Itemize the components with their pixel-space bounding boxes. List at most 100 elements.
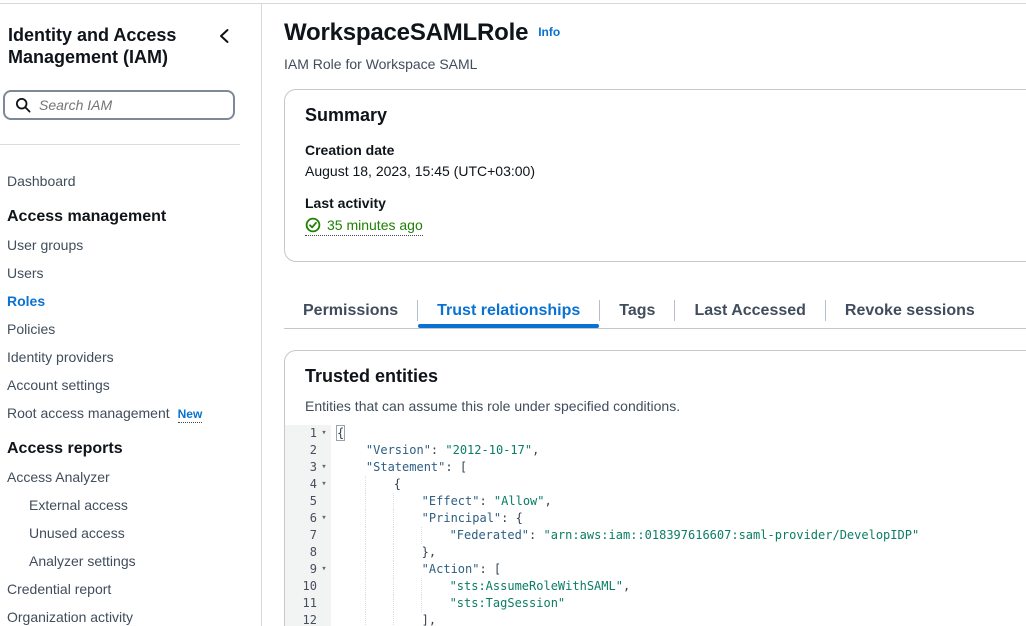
sidebar-item-label: Root access management xyxy=(7,405,170,421)
json-punctuation: , xyxy=(532,443,539,457)
line-number: 10 xyxy=(303,578,317,595)
code-line-text: { xyxy=(331,476,401,493)
last-activity-value[interactable]: 35 minutes ago xyxy=(305,217,423,236)
code-line: 3▾"Statement": [ xyxy=(285,459,1026,476)
sidebar-item-analyzer-settings[interactable]: Analyzer settings xyxy=(7,547,261,575)
json-string: "2012-10-17" xyxy=(445,443,532,457)
json-punctuation: }, xyxy=(422,545,436,559)
indent-guide xyxy=(337,527,366,544)
iam-console-screen: Identity and Access Management (IAM) Das… xyxy=(0,0,1026,626)
sidebar-item-organization-activity[interactable]: Organization activity xyxy=(7,603,261,626)
indent-guide xyxy=(393,595,422,612)
json-key: "Version" xyxy=(366,443,431,457)
tab-trust-relationships[interactable]: Trust relationships xyxy=(418,293,599,328)
sidebar-item-label: Access Analyzer xyxy=(7,469,110,485)
role-description: IAM Role for Workspace SAML xyxy=(284,56,1026,72)
sidebar-item-account-settings[interactable]: Account settings xyxy=(7,371,261,399)
indent-space xyxy=(393,561,422,578)
line-number: 6 xyxy=(310,510,317,527)
summary-title: Summary xyxy=(305,105,1026,126)
trusted-entities-card: Trusted entities Entities that can assum… xyxy=(284,350,1026,626)
sidebar-item-policies[interactable]: Policies xyxy=(7,315,261,343)
code-line: 1▾ { xyxy=(285,425,1026,442)
indent-guide xyxy=(337,544,366,561)
sidebar-item-roles[interactable]: Roles xyxy=(7,287,261,315)
code-line: 2 "Version": "2012-10-17", xyxy=(285,442,1026,459)
sidebar-item-label: Unused access xyxy=(29,525,125,541)
sidebar-item-label: Analyzer settings xyxy=(29,553,136,569)
line-number: 7 xyxy=(310,527,317,544)
sidebar-item-access-analyzer[interactable]: Access Analyzer xyxy=(7,463,261,491)
json-punctuation: { xyxy=(337,426,344,440)
search-icon xyxy=(15,97,31,113)
sidebar-item-unused-access[interactable]: Unused access xyxy=(7,519,261,547)
role-tabs: PermissionsTrust relationshipsTagsLast A… xyxy=(284,293,1026,329)
json-string: "Allow" xyxy=(494,494,545,508)
sidebar-item-label: Policies xyxy=(7,321,55,337)
indent-space xyxy=(393,510,422,527)
sidebar-item-label: User groups xyxy=(7,237,83,253)
info-link[interactable]: Info xyxy=(538,25,560,39)
sidebar-item-identity-providers[interactable]: Identity providers xyxy=(7,343,261,371)
creation-date-label: Creation date xyxy=(305,142,1026,158)
json-punctuation: : xyxy=(529,528,543,542)
fold-icon[interactable]: ▾ xyxy=(317,425,331,442)
sidebar-item-credential-report[interactable]: Credential report xyxy=(7,575,261,603)
sidebar-item-label: Organization activity xyxy=(7,609,133,625)
code-line: 9▾"Action": [ xyxy=(285,561,1026,578)
fold-icon[interactable]: ▾ xyxy=(317,459,331,476)
sidebar-title: Identity and Access Management (IAM) xyxy=(8,24,188,68)
iam-search-box[interactable] xyxy=(3,90,235,120)
policy-editor[interactable]: 1▾{2"Version": "2012-10-17",3▾"Statement… xyxy=(285,425,1026,626)
code-line: 10"sts:AssumeRoleWithSAML", xyxy=(285,578,1026,595)
sidebar-item-label: Dashboard xyxy=(7,173,76,189)
line-number: 5 xyxy=(310,493,317,510)
json-punctuation: ], xyxy=(422,613,436,626)
sidebar-section-access-management: Access management xyxy=(7,203,261,231)
code-line-text: "Statement": [ xyxy=(331,459,467,476)
line-number: 2 xyxy=(310,442,317,459)
fold-icon[interactable]: ▾ xyxy=(317,476,331,493)
tab-permissions[interactable]: Permissions xyxy=(284,293,417,328)
indent-space xyxy=(393,493,422,510)
search-input[interactable] xyxy=(39,97,223,113)
code-line-text: "Effect": "Allow", xyxy=(331,493,552,510)
editor-gutter-cell: 9▾ xyxy=(285,561,331,578)
fold-icon[interactable]: ▾ xyxy=(317,510,331,527)
indent-space xyxy=(421,595,450,612)
fold-icon[interactable]: ▾ xyxy=(317,561,331,578)
new-badge[interactable]: New xyxy=(178,407,203,423)
json-key: "Principal" xyxy=(422,511,501,525)
code-line-text: "Federated": "arn:aws:iam::018397616607:… xyxy=(331,527,919,544)
indent-guide xyxy=(337,595,366,612)
line-number: 9 xyxy=(310,561,317,578)
indent-space xyxy=(393,544,422,561)
sidebar-item-users[interactable]: Users xyxy=(7,259,261,287)
collapse-sidebar-button[interactable] xyxy=(215,26,233,49)
json-punctuation: , xyxy=(545,494,552,508)
sidebar-item-external-access[interactable]: External access xyxy=(7,491,261,519)
code-line-text: "Version": "2012-10-17", xyxy=(331,442,539,459)
sidebar-item-user-groups[interactable]: User groups xyxy=(7,231,261,259)
code-line: 5 "Effect": "Allow", xyxy=(285,493,1026,510)
editor-gutter-cell: 3▾ xyxy=(285,459,331,476)
indent-guide xyxy=(365,612,394,626)
trusted-entities-header: Trusted entities Entities that can assum… xyxy=(285,351,1026,414)
sidebar-section-access-reports: Access reports xyxy=(7,435,261,463)
sidebar-item-label: Identity providers xyxy=(7,349,114,365)
tab-tags[interactable]: Tags xyxy=(600,293,674,328)
editor-gutter-cell: 1▾ xyxy=(285,425,331,442)
indent-guide xyxy=(365,561,394,578)
sidebar-nav: Dashboard Access management User groups Use… xyxy=(0,145,261,626)
line-number: 12 xyxy=(303,612,317,626)
indent-guide xyxy=(365,544,394,561)
code-line: 11"sts:TagSession" xyxy=(285,595,1026,612)
tab-revoke-sessions[interactable]: Revoke sessions xyxy=(826,293,994,328)
sidebar-item-dashboard[interactable]: Dashboard xyxy=(7,167,261,195)
code-line-text: "Principal": { xyxy=(331,510,523,527)
check-circle-icon xyxy=(305,217,321,233)
tab-last-accessed[interactable]: Last Accessed xyxy=(675,293,824,328)
last-activity-text: 35 minutes ago xyxy=(327,217,423,233)
sidebar-item-root-access-management[interactable]: Root access management New xyxy=(7,399,261,427)
json-key: "Action" xyxy=(422,562,480,576)
